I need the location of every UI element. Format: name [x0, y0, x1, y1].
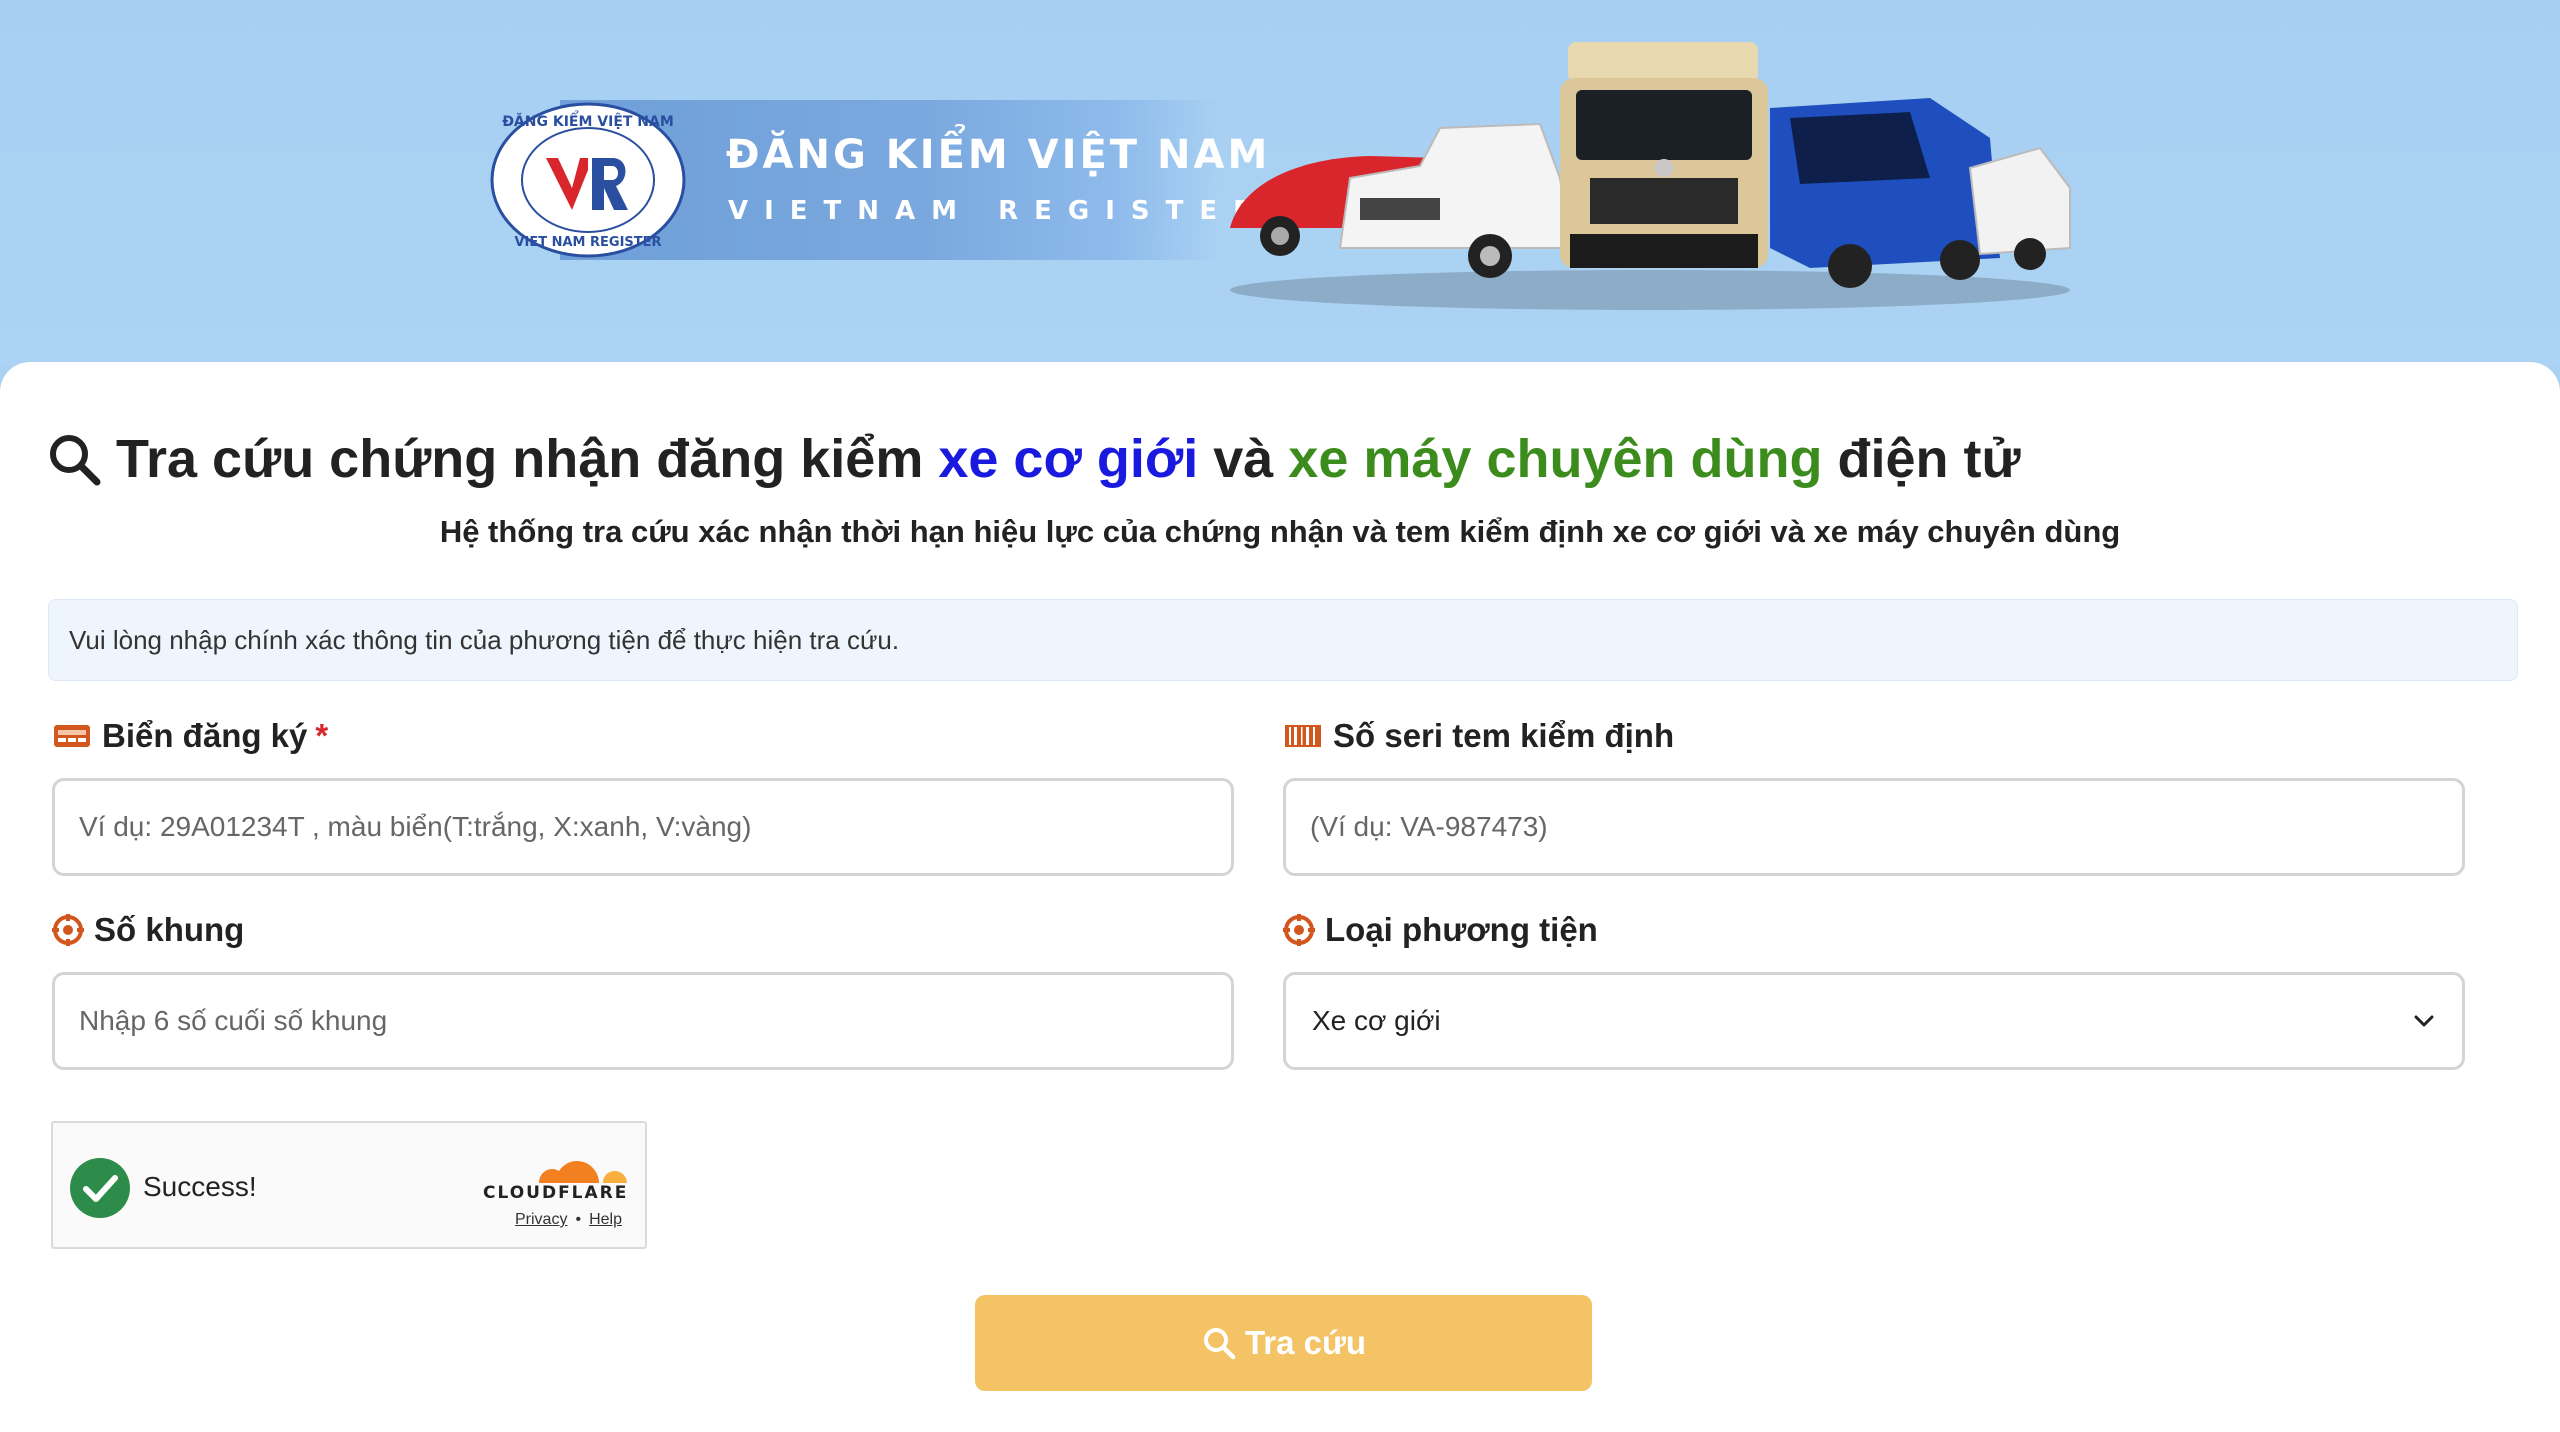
page-title: Tra cứu chứng nhận đăng kiểm xe cơ giới … [46, 424, 2021, 494]
page-subtitle: Hệ thống tra cứu xác nhận thời hạn hiệu … [439, 514, 2121, 549]
captcha-links: Privacy • Help [515, 1211, 622, 1229]
title-text-3: điện tử [1822, 429, 2021, 489]
frame-label-text: Số khung [94, 911, 245, 948]
cloudflare-captcha-widget[interactable]: Success! CLOUDFLARE Privacy • Help [51, 1121, 647, 1249]
help-link[interactable]: Help [589, 1211, 622, 1229]
serial-label-text: Số seri tem kiểm định [1333, 717, 1675, 754]
header-banner: ĐĂNG KIỂM VIỆT NAM VIET NAM REGISTER ĐĂN… [0, 0, 2560, 366]
serial-label: Số seri tem kiểm định [1283, 717, 1674, 755]
link-separator: • [575, 1211, 582, 1228]
search-icon [50, 435, 101, 486]
notice-text: Vui lòng nhập chính xác thông tin của ph… [69, 624, 900, 655]
plate-label-text: Biển đăng ký [102, 717, 308, 754]
title-text-2: và [1198, 429, 1289, 489]
frame-number-input[interactable] [52, 972, 1234, 1070]
title-highlight-special-machine: xe máy chuyên dùng [1288, 429, 1823, 489]
serial-input[interactable] [1283, 778, 2465, 876]
target-icon [52, 914, 84, 946]
vehicles-illustration [1230, 42, 2071, 310]
vehicle-type-select[interactable]: Xe cơ giới [1283, 972, 2465, 1070]
brand-name-vn: ĐĂNG KIỂM VIỆT NAM [726, 132, 1271, 178]
plate-input[interactable] [52, 778, 1234, 876]
svg-text:VIET NAM REGISTER: VIET NAM REGISTER [514, 235, 661, 250]
privacy-link[interactable]: Privacy [515, 1211, 567, 1229]
plate-label: Biển đăng ký * [52, 717, 328, 755]
license-plate-icon [54, 725, 90, 747]
vietnam-register-logo: ĐĂNG KIỂM VIỆT NAM VIET NAM REGISTER [490, 102, 686, 258]
search-card: Tra cứu chứng nhận đăng kiểm xe cơ giới … [0, 362, 2560, 1432]
brand-name-en: VIETNAM REGISTER [728, 196, 1270, 226]
search-icon [1203, 1328, 1236, 1360]
cloudflare-brand: CLOUDFLARE [483, 1183, 629, 1203]
title-highlight-motor-vehicle: xe cơ giới [938, 429, 1199, 489]
info-notice: Vui lòng nhập chính xác thông tin của ph… [48, 599, 2518, 681]
vehicle-type-selected: Xe cơ giới [1312, 1005, 1441, 1036]
target-icon [1283, 914, 1315, 946]
check-circle-icon [70, 1158, 130, 1218]
title-text-1: Tra cứu chứng nhận đăng kiểm [116, 429, 939, 489]
vehicle-type-label-text: Loại phương tiện [1325, 911, 1598, 948]
search-submit-button[interactable]: Tra cứu [975, 1295, 1592, 1391]
vehicle-type-label: Loại phương tiện [1283, 911, 1598, 949]
chevron-down-icon [2414, 1015, 2434, 1027]
required-mark: * [315, 717, 329, 754]
search-button-label: Tra cứu [1244, 1324, 1367, 1361]
frame-label: Số khung [52, 911, 244, 949]
barcode-icon [1285, 725, 1321, 747]
captcha-status: Success! [143, 1171, 257, 1202]
